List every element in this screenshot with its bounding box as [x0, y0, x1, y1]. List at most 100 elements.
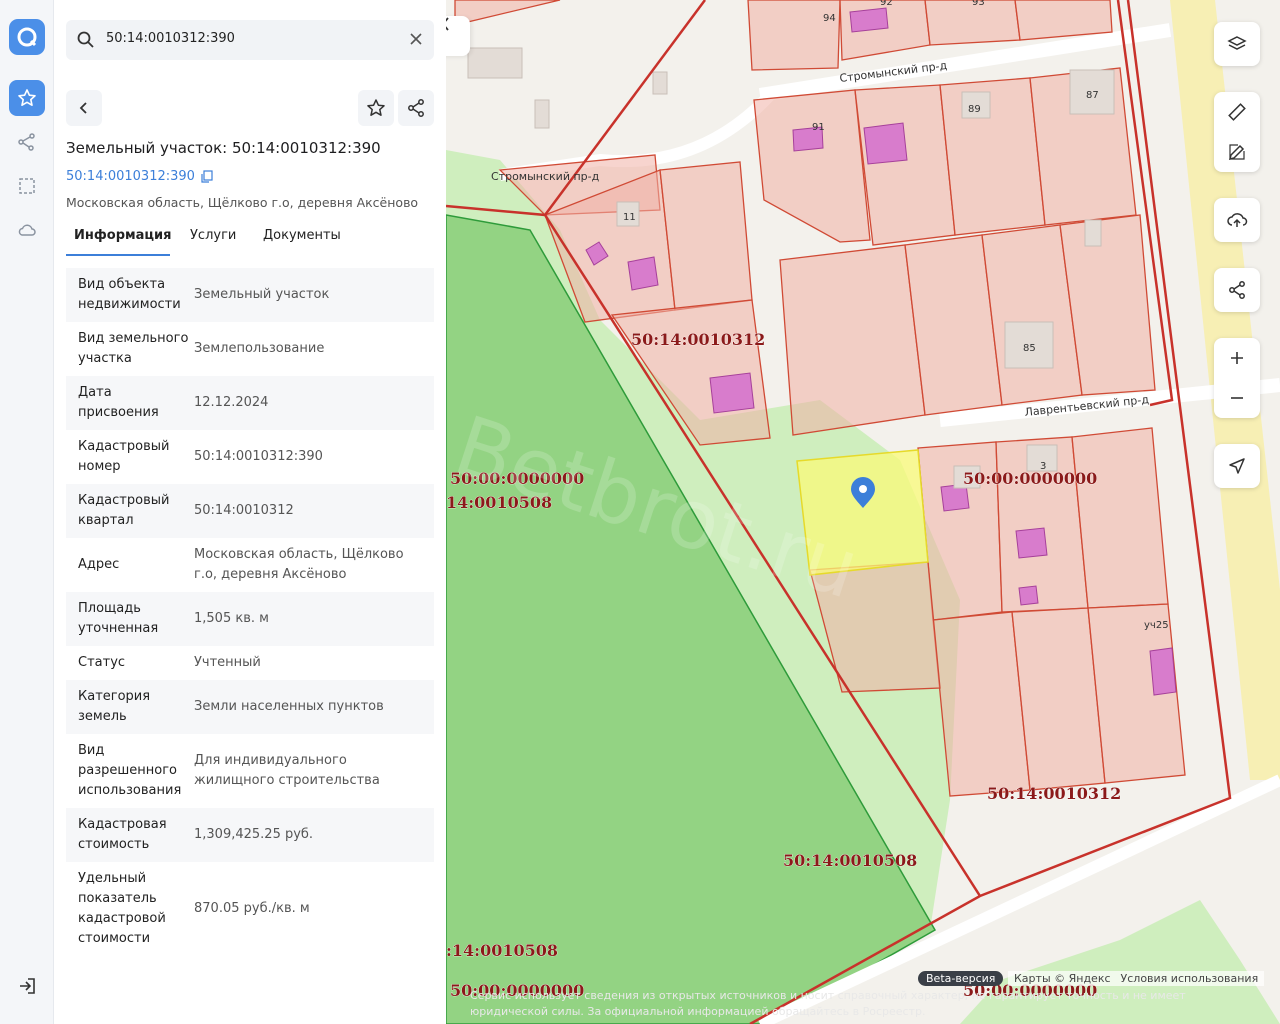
property-label: Вид земельного участка — [78, 331, 189, 366]
share-button[interactable] — [398, 90, 434, 126]
star-icon — [367, 99, 385, 116]
property-row: Статус Учтенный — [66, 646, 434, 680]
search-input[interactable]: 50:14:0010312:390 — [106, 31, 235, 46]
layers-button[interactable] — [1214, 22, 1260, 66]
house-number: 85 — [1023, 343, 1036, 354]
chevron-left-icon — [446, 17, 449, 31]
clear-search-icon[interactable] — [408, 31, 424, 51]
map-share-button[interactable] — [1214, 268, 1260, 312]
property-row: Дата присвоения 12.12.2024 — [66, 376, 434, 430]
house-number: 11 — [623, 212, 636, 223]
back-button[interactable] — [66, 90, 102, 126]
property-label: Вид объекта недвижимости — [78, 277, 181, 312]
attribution-text: Карты © Яндекс — [1014, 972, 1111, 985]
quarter-label: 50:00:0000000 — [963, 469, 1097, 488]
property-value: Землепользование — [194, 341, 325, 356]
measure-tools — [1214, 92, 1260, 172]
select-area-icon[interactable] — [9, 168, 45, 204]
property-row: Категория земель Земли населенных пунктов — [66, 680, 434, 734]
tab-info[interactable]: Информация — [66, 222, 172, 256]
property-label: Адрес — [78, 557, 120, 572]
info-panel: 50:14:0010312:390 Земельный участок: 50:… — [54, 0, 446, 1024]
property-value: Земли населенных пунктов — [194, 699, 384, 714]
map-drawing: Стромынский пр-д Стромынский пр-д Лаврен… — [446, 0, 1280, 1024]
property-label: Удельный показатель кадастровой стоимост… — [78, 871, 166, 946]
logout-icon[interactable] — [9, 968, 45, 1004]
upload-button[interactable] — [1214, 198, 1260, 242]
property-value: Земельный участок — [194, 287, 330, 302]
zoom-controls — [1214, 338, 1260, 418]
street-label-2: Стромынский пр-д — [491, 170, 600, 183]
property-value: 12.12.2024 — [194, 395, 269, 410]
locate-button[interactable] — [1214, 444, 1260, 488]
quarter-label: :14:0010508 — [446, 941, 558, 960]
cadastral-number-text[interactable]: 50:14:0010312:390 — [66, 169, 195, 184]
map-canvas[interactable]: Стромынский пр-д Стромынский пр-д Лаврен… — [446, 0, 1280, 1024]
navigation-arrow-icon[interactable] — [1214, 444, 1260, 488]
property-row: Кадастровый номер 50:14:0010312:390 — [66, 430, 434, 484]
collapse-panel-button[interactable] — [446, 16, 470, 56]
property-label: Кадастровая стоимость — [78, 817, 167, 852]
object-address: Московская область, Щёлково г.о, деревня… — [66, 195, 419, 210]
map-attribution: Карты © Яндекс Условия использования — [1008, 971, 1265, 986]
route-icon[interactable] — [9, 124, 45, 160]
property-value: Учтенный — [194, 655, 261, 670]
cloud-icon[interactable] — [9, 212, 45, 248]
property-value: Московская область, Щёлково г.о, деревня… — [194, 547, 404, 582]
disclaimer-text: Сервис использует сведения из открытых и… — [470, 989, 1186, 1018]
house-number: 93 — [972, 0, 985, 8]
tab-services[interactable]: Услуги — [190, 222, 236, 256]
property-value: 1,309,425.25 руб. — [194, 827, 314, 842]
search-bar[interactable]: 50:14:0010312:390 — [66, 20, 434, 60]
property-value: 870.05 руб./кв. м — [194, 901, 310, 916]
properties-table: Вид объекта недвижимости Земельный участо… — [66, 268, 434, 956]
property-label: Кадастровый номер — [78, 439, 170, 474]
zoom-out-icon[interactable] — [1214, 378, 1260, 418]
layers-icon[interactable] — [1214, 22, 1260, 66]
quarter-label: 50:14:0010312 — [631, 330, 765, 349]
zoom-in-icon[interactable] — [1214, 338, 1260, 378]
page-title: Земельный участок: 50:14:0010312:390 — [66, 139, 381, 157]
favorites-icon[interactable] — [9, 80, 45, 116]
property-row: Вид объекта недвижимости Земельный участо… — [66, 268, 434, 322]
house-number: 94 — [823, 13, 836, 24]
property-row: Кадастровая стоимость 1,309,425.25 руб. — [66, 808, 434, 862]
property-label: Площадь уточненная — [78, 601, 159, 636]
property-row: Вид земельного участка Землепользование — [66, 322, 434, 376]
property-value: 1,505 кв. м — [194, 611, 269, 626]
quarter-label: 50:14:0010312 — [987, 784, 1121, 803]
house-number: 87 — [1086, 90, 1099, 101]
property-row: Адрес Московская область, Щёлково г.о, де… — [66, 538, 434, 592]
tab-documents[interactable]: Документы — [263, 222, 341, 256]
property-label: Вид разрешенного использования — [78, 743, 182, 798]
house-number: 89 — [968, 104, 981, 115]
property-row: Кадастровый квартал 50:14:0010312 — [66, 484, 434, 538]
search-icon — [76, 30, 96, 54]
house-number: уч25 — [1144, 620, 1169, 631]
cadastral-number-link[interactable]: 50:14:0010312:390 — [66, 169, 214, 184]
favorite-button[interactable] — [358, 90, 394, 126]
terms-link[interactable]: Условия использования — [1121, 972, 1259, 985]
street-label-1: Стромынский пр-д — [839, 59, 948, 85]
house-number: 91 — [812, 122, 825, 133]
beta-badge: Beta-версия — [918, 971, 1004, 986]
edit-icon[interactable] — [1214, 132, 1260, 172]
copy-icon — [201, 170, 213, 183]
property-label: Категория земель — [78, 689, 151, 724]
property-label: Дата присвоения — [78, 385, 159, 420]
cloud-upload-icon[interactable] — [1214, 198, 1260, 242]
property-row: Вид разрешенного использования Для индиви… — [66, 734, 434, 808]
property-label: Кадастровый квартал — [78, 493, 170, 528]
property-value: 50:14:0010312 — [194, 503, 294, 518]
app-logo-icon[interactable] — [9, 19, 45, 55]
property-row: Площадь уточненная 1,505 кв. м — [66, 592, 434, 646]
property-value: Для индивидуального жилищного строительс… — [194, 753, 380, 788]
share-icon[interactable] — [1214, 268, 1260, 312]
left-rail — [0, 0, 54, 1024]
share-icon — [408, 99, 424, 117]
quarter-label: 50:14:0010508 — [783, 851, 917, 870]
property-row: Удельный показатель кадастровой стоимост… — [66, 862, 434, 956]
house-number: 92 — [880, 0, 893, 8]
ruler-icon[interactable] — [1214, 92, 1260, 132]
property-value: 50:14:0010312:390 — [194, 449, 323, 464]
